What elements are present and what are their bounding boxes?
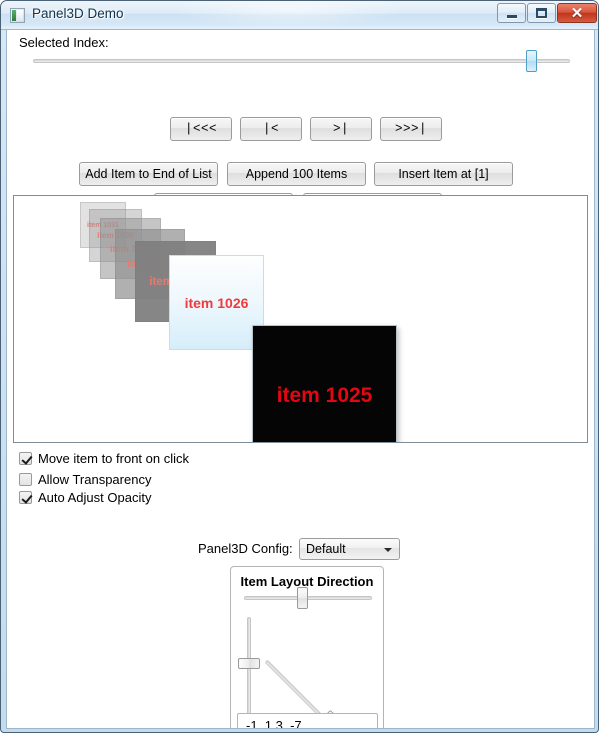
- app-icon: [10, 8, 25, 23]
- nav-first-button[interactable]: |<<<: [170, 117, 232, 141]
- layout-x-slider-thumb[interactable]: [297, 587, 308, 609]
- append-100-button[interactable]: Append 100 Items: [227, 162, 366, 186]
- maximize-button[interactable]: [527, 3, 556, 23]
- panel3d-config-value: Default: [306, 542, 346, 556]
- panel3d-config-label: Panel3D Config:: [198, 541, 293, 556]
- checkbox-move-item-to-front[interactable]: Move item to front on click: [19, 451, 189, 466]
- nav-prev-button[interactable]: |<: [240, 117, 302, 141]
- list-item-front[interactable]: item 1025: [252, 325, 397, 442]
- title-bar[interactable]: Panel3D Demo ✕: [1, 1, 598, 30]
- panel3d-config-select[interactable]: Default: [299, 538, 400, 560]
- checkbox-auto-adjust-opacity[interactable]: Auto Adjust Opacity: [19, 490, 151, 505]
- layout-y-slider-thumb[interactable]: [238, 658, 260, 669]
- checkbox-label: Move item to front on click: [38, 451, 189, 466]
- add-item-button[interactable]: Add Item to End of List: [79, 162, 218, 186]
- panel3d-viewport[interactable]: item 1031 item 1030 item 1029 item 1028 …: [13, 195, 588, 443]
- close-icon: ✕: [570, 4, 584, 22]
- selected-index-slider-track[interactable]: [33, 59, 570, 63]
- insert-item-button[interactable]: Insert Item at [1]: [374, 162, 513, 186]
- chevron-down-icon: [384, 548, 392, 552]
- close-button[interactable]: ✕: [557, 3, 597, 23]
- minimize-icon: [506, 15, 517, 18]
- checkbox-icon: [19, 473, 32, 486]
- selected-index-label: Selected Index:: [19, 35, 109, 50]
- client-area: Selected Index: |<<< |< >| >>>| Add Item…: [6, 30, 595, 729]
- nav-next-button[interactable]: >|: [310, 117, 372, 141]
- checkbox-icon: [19, 491, 32, 504]
- maximize-icon: [536, 8, 547, 18]
- checkbox-label: Auto Adjust Opacity: [38, 490, 152, 505]
- nav-last-button[interactable]: >>>|: [380, 117, 442, 141]
- layout-x-slider-track[interactable]: [244, 596, 372, 600]
- layout-direction-value-field[interactable]: -1, 1.3, -7: [237, 713, 378, 728]
- checkbox-allow-transparency[interactable]: Allow Transparency: [19, 472, 151, 487]
- application-window: Panel3D Demo ✕ Selected Index: |<<< |< >…: [0, 0, 599, 733]
- window-title: Panel3D Demo: [32, 6, 124, 21]
- checkbox-icon: [19, 452, 32, 465]
- item-layout-direction-group: Item Layout Direction -1, 1.3, -7: [230, 566, 384, 728]
- minimize-button[interactable]: [497, 3, 526, 23]
- list-item-hovered[interactable]: item 1026: [169, 255, 264, 350]
- selected-index-slider-thumb[interactable]: [526, 50, 537, 72]
- checkbox-label: Allow Transparency: [38, 472, 152, 487]
